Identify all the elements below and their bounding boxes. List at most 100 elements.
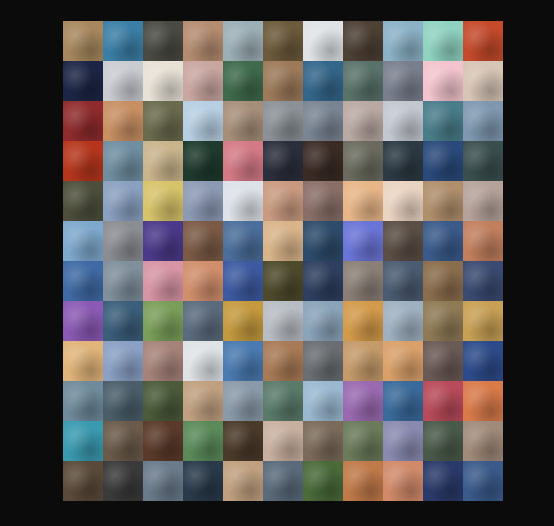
photo-tile xyxy=(343,101,383,141)
photo-tile xyxy=(263,101,303,141)
photo-tile xyxy=(183,341,223,381)
photo-tile xyxy=(103,21,143,61)
photo-tile xyxy=(183,181,223,221)
photo-tile xyxy=(463,21,503,61)
photo-tile xyxy=(263,141,303,181)
photo-tile xyxy=(103,181,143,221)
photo-tile xyxy=(103,301,143,341)
photo-tile xyxy=(463,381,503,421)
photo-tile xyxy=(183,141,223,181)
photo-tile xyxy=(103,461,143,501)
photo-tile xyxy=(103,381,143,421)
photo-tile xyxy=(343,221,383,261)
photo-tile xyxy=(143,61,183,101)
photo-tile xyxy=(423,181,463,221)
photo-tile xyxy=(103,421,143,461)
photo-tile xyxy=(63,381,103,421)
photo-tile xyxy=(103,101,143,141)
photo-tile xyxy=(103,221,143,261)
photo-tile xyxy=(143,221,183,261)
photo-tile xyxy=(263,261,303,301)
photo-tile xyxy=(463,341,503,381)
photo-tile xyxy=(463,101,503,141)
photo-tile xyxy=(143,341,183,381)
photo-tile xyxy=(423,141,463,181)
photo-tile xyxy=(103,341,143,381)
photo-tile xyxy=(63,341,103,381)
photo-tile xyxy=(263,381,303,421)
photo-tile xyxy=(463,301,503,341)
photo-tile xyxy=(223,221,263,261)
photo-tile xyxy=(383,141,423,181)
photo-tile xyxy=(423,101,463,141)
photo-tile xyxy=(63,101,103,141)
photo-tile xyxy=(463,421,503,461)
photo-tile xyxy=(223,61,263,101)
photo-tile xyxy=(183,421,223,461)
photo-tile xyxy=(143,381,183,421)
photo-tile xyxy=(143,261,183,301)
photo-tile xyxy=(423,21,463,61)
photo-tile xyxy=(223,341,263,381)
photo-tile xyxy=(423,381,463,421)
photo-tile xyxy=(103,261,143,301)
photo-tile xyxy=(263,21,303,61)
photo-tile xyxy=(343,421,383,461)
photo-tile xyxy=(183,61,223,101)
photo-tile xyxy=(183,461,223,501)
photo-tile xyxy=(383,221,423,261)
photo-tile xyxy=(383,21,423,61)
photo-tile xyxy=(463,181,503,221)
photo-tile xyxy=(223,181,263,221)
photo-tile xyxy=(383,61,423,101)
photo-tile xyxy=(423,421,463,461)
photo-tile xyxy=(63,141,103,181)
photo-tile xyxy=(103,61,143,101)
photo-tile xyxy=(303,221,343,261)
photo-tile xyxy=(263,301,303,341)
photo-tile xyxy=(383,301,423,341)
photo-tile xyxy=(423,221,463,261)
photo-tile xyxy=(303,181,343,221)
photo-tile xyxy=(303,61,343,101)
photo-tile xyxy=(303,261,343,301)
photo-tile xyxy=(303,141,343,181)
photo-tile xyxy=(63,21,103,61)
photo-tile xyxy=(223,421,263,461)
photo-tile xyxy=(383,341,423,381)
photo-tile xyxy=(143,21,183,61)
photo-tile xyxy=(463,261,503,301)
photo-tile xyxy=(143,101,183,141)
photo-tile xyxy=(423,341,463,381)
photo-tile xyxy=(223,461,263,501)
photo-tile xyxy=(423,61,463,101)
photo-tile xyxy=(63,421,103,461)
photo-tile xyxy=(463,461,503,501)
photo-tile xyxy=(223,21,263,61)
photo-tile xyxy=(63,261,103,301)
photo-tile xyxy=(143,461,183,501)
photo-tile xyxy=(303,381,343,421)
photo-tile xyxy=(383,101,423,141)
photo-tile xyxy=(423,261,463,301)
photo-tile xyxy=(143,141,183,181)
photo-tile xyxy=(343,21,383,61)
photo-tile xyxy=(423,461,463,501)
photo-tile xyxy=(423,301,463,341)
photo-tile xyxy=(263,421,303,461)
photo-tile xyxy=(463,141,503,181)
photo-tile xyxy=(383,261,423,301)
photo-tile xyxy=(223,301,263,341)
photo-tile xyxy=(463,61,503,101)
photo-tile xyxy=(303,301,343,341)
photo-tile xyxy=(143,301,183,341)
photo-tile xyxy=(383,381,423,421)
photo-tile xyxy=(383,421,423,461)
photo-tile xyxy=(63,301,103,341)
photo-tile xyxy=(143,421,183,461)
photo-tile xyxy=(223,381,263,421)
photo-tile xyxy=(303,461,343,501)
photo-tile xyxy=(63,181,103,221)
photo-tile xyxy=(343,301,383,341)
photo-tile xyxy=(183,301,223,341)
